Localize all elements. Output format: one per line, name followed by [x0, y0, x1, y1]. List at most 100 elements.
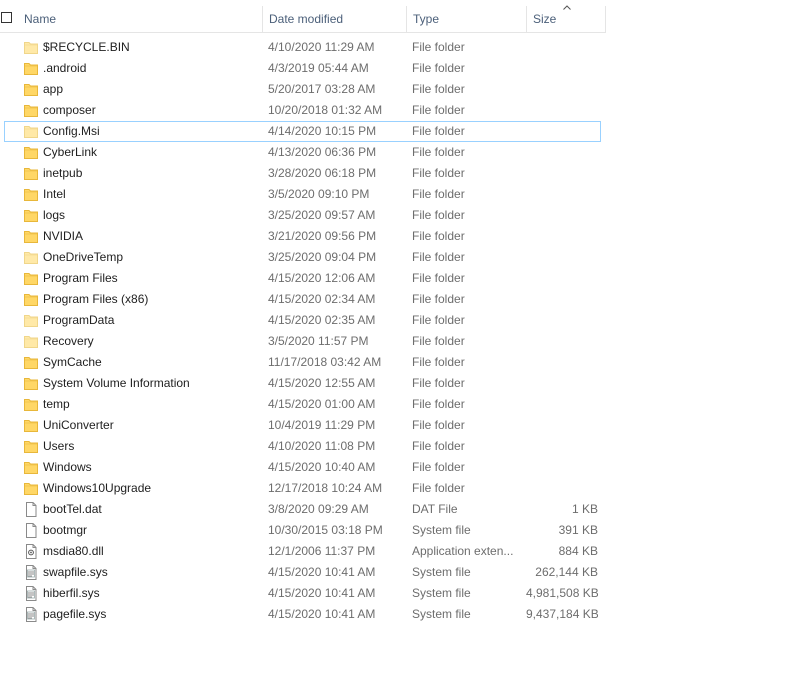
item-name: Recovery: [43, 334, 94, 348]
list-item[interactable]: app 5/20/2017 03:28 AM File folder: [0, 79, 606, 100]
list-item[interactable]: Intel 3/5/2020 09:10 PM File folder: [0, 184, 606, 205]
item-type: File folder: [412, 208, 465, 222]
column-header-date-modified[interactable]: Date modified: [262, 6, 406, 32]
column-header-type[interactable]: Type: [406, 6, 526, 32]
folder-icon: [24, 292, 38, 307]
item-name: $RECYCLE.BIN: [43, 40, 130, 54]
item-type: File folder: [412, 103, 465, 117]
list-item[interactable]: Program Files 4/15/2020 12:06 AM File fold…: [0, 268, 606, 289]
item-type: System file: [412, 607, 471, 621]
item-size: [526, 163, 598, 184]
list-item[interactable]: System Volume Information 4/15/2020 12:55…: [0, 373, 606, 394]
item-type: File folder: [412, 271, 465, 285]
item-size: 4,981,508 KB: [526, 586, 598, 600]
folder-icon: [24, 82, 38, 97]
item-name: pagefile.sys: [43, 607, 107, 621]
item-size: [526, 142, 598, 163]
item-date-modified: 4/15/2020 12:55 AM: [268, 376, 376, 390]
list-item[interactable]: composer 10/20/2018 01:32 AM File folder: [0, 100, 606, 121]
file-icon: [24, 502, 38, 517]
list-item[interactable]: NVIDIA 3/21/2020 09:56 PM File folder: [0, 226, 606, 247]
item-date-modified: 4/15/2020 10:40 AM: [268, 460, 376, 474]
item-name: bootTel.dat: [43, 502, 102, 516]
list-item[interactable]: Users 4/10/2020 11:08 PM File folder: [0, 436, 606, 457]
item-size: [526, 310, 598, 331]
item-date-modified: 10/20/2018 01:32 AM: [268, 103, 383, 117]
list-item[interactable]: Recovery 3/5/2020 11:57 PM File folder: [0, 331, 606, 352]
item-name: .android: [43, 61, 87, 75]
folder-icon: [24, 481, 38, 496]
list-item[interactable]: msdia80.dll 12/1/2006 11:37 PM Application…: [0, 541, 606, 562]
item-date-modified: 4/10/2020 11:29 AM: [268, 40, 375, 54]
item-date-modified: 4/15/2020 02:35 AM: [268, 313, 376, 327]
list-item[interactable]: bootTel.dat 3/8/2020 09:29 AM DAT File 1 KB: [0, 499, 606, 520]
list-item[interactable]: bootmgr 10/30/2015 03:18 PM System file 391…: [0, 520, 606, 541]
item-date-modified: 3/28/2020 06:18 PM: [268, 166, 377, 180]
folder-icon: [24, 418, 38, 433]
item-size: [526, 289, 598, 310]
item-type: File folder: [412, 418, 465, 432]
item-type: File folder: [412, 187, 465, 201]
column-header-name[interactable]: Name: [18, 6, 262, 32]
list-item[interactable]: swapfile.sys 4/15/2020 10:41 AM System fil…: [0, 562, 606, 583]
folder-icon: [24, 313, 38, 328]
system-file-icon: [24, 565, 38, 580]
item-name: msdia80.dll: [43, 544, 104, 558]
item-date-modified: 12/1/2006 11:37 PM: [268, 544, 376, 558]
folder-icon: [24, 439, 38, 454]
system-file-icon: [24, 607, 38, 622]
list-item[interactable]: OneDriveTemp 3/25/2020 09:04 PM File folde…: [0, 247, 606, 268]
item-type: File folder: [412, 61, 465, 75]
list-item[interactable]: temp 4/15/2020 01:00 AM File folder: [0, 394, 606, 415]
item-size: 262,144 KB: [535, 565, 598, 579]
list-item[interactable]: inetpub 3/28/2020 06:18 PM File folder: [0, 163, 606, 184]
list-item[interactable]: logs 3/25/2020 09:57 AM File folder: [0, 205, 606, 226]
item-name: System Volume Information: [43, 376, 190, 390]
item-size: [526, 58, 598, 79]
folder-icon: [24, 376, 38, 391]
item-name: SymCache: [43, 355, 102, 369]
item-date-modified: 10/4/2019 11:29 PM: [268, 418, 376, 432]
item-date-modified: 4/15/2020 02:34 AM: [268, 292, 376, 306]
item-size: [526, 436, 598, 457]
list-item[interactable]: ProgramData 4/15/2020 02:35 AM File folder: [0, 310, 606, 331]
list-item[interactable]: UniConverter 10/4/2019 11:29 PM File folde…: [0, 415, 606, 436]
item-date-modified: 3/25/2020 09:04 PM: [268, 250, 377, 264]
select-all-checkbox[interactable]: [1, 12, 12, 23]
system-file-icon: [24, 586, 38, 601]
item-type: DAT File: [412, 502, 458, 516]
item-name: Windows: [43, 460, 92, 474]
list-item[interactable]: $RECYCLE.BIN 4/10/2020 11:29 AM File folde…: [0, 37, 606, 58]
item-type: File folder: [412, 145, 465, 159]
list-item[interactable]: Program Files (x86) 4/15/2020 02:34 AM Fil…: [0, 289, 606, 310]
item-type: File folder: [412, 334, 465, 348]
list-item[interactable]: hiberfil.sys 4/15/2020 10:41 AM System fil…: [0, 583, 606, 604]
item-type: System file: [412, 523, 471, 537]
item-name: swapfile.sys: [43, 565, 108, 579]
item-size: [526, 37, 598, 58]
list-item[interactable]: pagefile.sys 4/15/2020 10:41 AM System fil…: [0, 604, 606, 625]
sort-ascending-icon: [563, 5, 571, 10]
list-item[interactable]: Config.Msi 4/14/2020 10:15 PM File folder: [0, 121, 606, 142]
file-list: $RECYCLE.BIN 4/10/2020 11:29 AM File folde…: [0, 37, 606, 625]
item-size: 884 KB: [558, 544, 598, 558]
item-date-modified: 4/15/2020 10:41 AM: [268, 607, 376, 621]
item-name: NVIDIA: [43, 229, 84, 243]
item-date-modified: 4/15/2020 12:06 AM: [268, 271, 376, 285]
list-item[interactable]: Windows 4/15/2020 10:40 AM File folder: [0, 457, 606, 478]
item-size: 391 KB: [558, 523, 598, 537]
folder-icon: [24, 187, 38, 202]
list-item[interactable]: SymCache 11/17/2018 03:42 AM File folder: [0, 352, 606, 373]
item-size: [526, 331, 598, 352]
item-size: [526, 394, 598, 415]
list-item[interactable]: CyberLink 4/13/2020 06:36 PM File folder: [0, 142, 606, 163]
item-name: UniConverter: [43, 418, 114, 432]
item-date-modified: 3/25/2020 09:57 AM: [268, 208, 376, 222]
item-type: File folder: [412, 313, 465, 327]
list-item[interactable]: .android 4/3/2019 05:44 AM File folder: [0, 58, 606, 79]
item-name: ProgramData: [43, 313, 115, 327]
folder-icon: [24, 208, 38, 223]
item-name: OneDriveTemp: [43, 250, 124, 264]
list-item[interactable]: Windows10Upgrade 12/17/2018 10:24 AM File …: [0, 478, 606, 499]
item-size: [526, 205, 598, 226]
